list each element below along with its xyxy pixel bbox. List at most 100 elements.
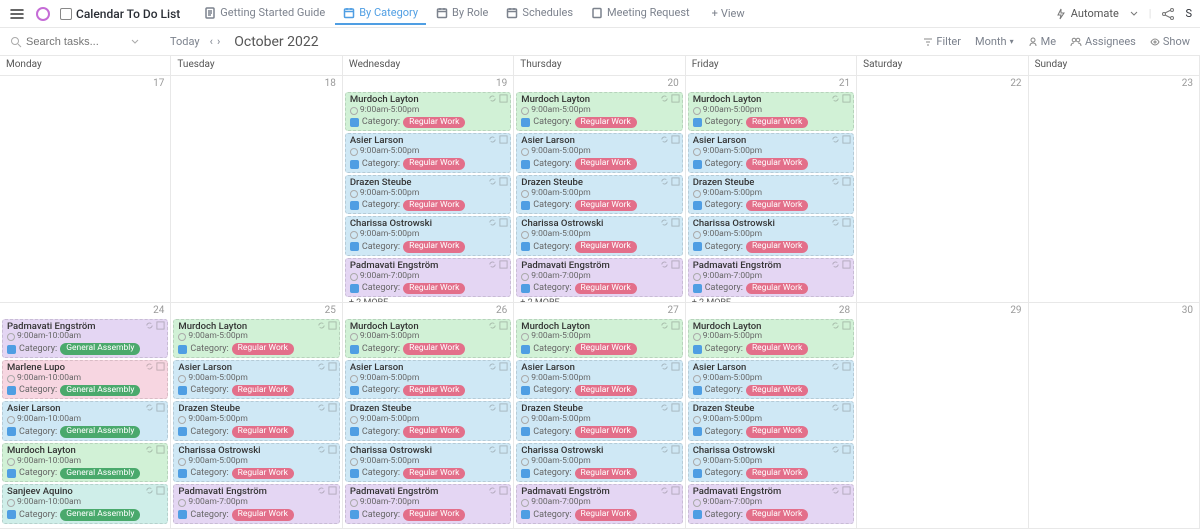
- calendar-event[interactable]: Murdoch Layton9:00am-10:00amCategory:Gen…: [2, 443, 168, 482]
- expand-icon[interactable]: [499, 135, 508, 144]
- expand-icon[interactable]: [842, 486, 851, 495]
- calendar-event[interactable]: Asier Larson9:00am-5:00pmCategory:Regula…: [516, 133, 682, 172]
- calendar-event[interactable]: Asier Larson9:00am-10:00amCategory:Gener…: [2, 401, 168, 440]
- expand-icon[interactable]: [499, 486, 508, 495]
- prev-button[interactable]: ‹: [210, 35, 213, 48]
- category-pill[interactable]: Regular Work: [746, 426, 808, 438]
- calendar-event[interactable]: Charissa Ostrowski9:00am-5:00pmCategory:…: [516, 443, 682, 482]
- day-cell[interactable]: 29: [857, 303, 1028, 529]
- category-pill[interactable]: Regular Work: [575, 200, 637, 212]
- assignees-button[interactable]: Assignees: [1070, 35, 1136, 48]
- tab-schedules[interactable]: Schedules: [498, 2, 581, 25]
- add-view-button[interactable]: + View: [704, 3, 753, 24]
- expand-icon[interactable]: [499, 177, 508, 186]
- calendar-event[interactable]: Murdoch Layton9:00am-5:00pmCategory:Regu…: [345, 92, 511, 131]
- day-cell[interactable]: 21Murdoch Layton9:00am-5:00pmCategory:Re…: [686, 76, 857, 303]
- day-cell[interactable]: 22: [857, 76, 1028, 303]
- expand-icon[interactable]: [842, 135, 851, 144]
- calendar-event[interactable]: Murdoch Layton9:00am-5:00pmCategory:Regu…: [516, 319, 682, 358]
- tab-meeting-request[interactable]: Meeting Request: [583, 2, 698, 25]
- calendar-event[interactable]: Padmavati Engström9:00am-7:00pmCategory:…: [345, 484, 511, 523]
- tab-by-role[interactable]: By Role: [428, 2, 496, 25]
- category-pill[interactable]: General Assembly: [60, 509, 140, 521]
- category-pill[interactable]: Regular Work: [746, 117, 808, 129]
- calendar-event[interactable]: Drazen Steube9:00am-5:00pmCategory:Regul…: [173, 401, 339, 440]
- category-pill[interactable]: General Assembly: [60, 343, 140, 355]
- calendar-event[interactable]: Charissa Ostrowski9:00am-5:00pmCategory:…: [688, 443, 854, 482]
- category-pill[interactable]: Regular Work: [232, 468, 294, 480]
- calendar-event[interactable]: Charissa Ostrowski9:00am-5:00pmCategory:…: [173, 443, 339, 482]
- expand-icon[interactable]: [671, 135, 680, 144]
- expand-icon[interactable]: [156, 403, 165, 412]
- calendar-event[interactable]: Murdoch Layton9:00am-5:00pmCategory:Regu…: [516, 92, 682, 131]
- next-button[interactable]: ›: [217, 35, 220, 48]
- expand-icon[interactable]: [842, 321, 851, 330]
- expand-icon[interactable]: [156, 321, 165, 330]
- day-cell[interactable]: 30: [1029, 303, 1200, 529]
- me-filter-button[interactable]: Me: [1028, 35, 1056, 48]
- calendar-event[interactable]: Charissa Ostrowski9:00am-5:00pmCategory:…: [345, 216, 511, 255]
- calendar-event[interactable]: Padmavati Engström9:00am-7:00pmCategory:…: [688, 484, 854, 523]
- calendar-event[interactable]: Murdoch Layton9:00am-5:00pmCategory:Regu…: [688, 92, 854, 131]
- expand-icon[interactable]: [499, 260, 508, 269]
- day-cell[interactable]: 23: [1029, 76, 1200, 303]
- category-pill[interactable]: Regular Work: [575, 283, 637, 295]
- category-pill[interactable]: Regular Work: [575, 117, 637, 129]
- expand-icon[interactable]: [842, 362, 851, 371]
- category-pill[interactable]: Regular Work: [232, 426, 294, 438]
- calendar-event[interactable]: Murdoch Layton9:00am-5:00pmCategory:Regu…: [173, 319, 339, 358]
- expand-icon[interactable]: [671, 94, 680, 103]
- tab-by-category[interactable]: By Category: [335, 2, 426, 25]
- day-cell[interactable]: 20Murdoch Layton9:00am-5:00pmCategory:Re…: [514, 76, 685, 303]
- day-cell[interactable]: 27Murdoch Layton9:00am-5:00pmCategory:Re…: [514, 303, 685, 529]
- category-pill[interactable]: Regular Work: [575, 468, 637, 480]
- expand-icon[interactable]: [499, 362, 508, 371]
- calendar-event[interactable]: Charissa Ostrowski9:00am-5:00pmCategory:…: [688, 216, 854, 255]
- day-cell[interactable]: 26Murdoch Layton9:00am-5:00pmCategory:Re…: [343, 303, 514, 529]
- share-label[interactable]: S: [1185, 7, 1192, 20]
- expand-icon[interactable]: [328, 486, 337, 495]
- expand-icon[interactable]: [328, 362, 337, 371]
- category-pill[interactable]: General Assembly: [60, 468, 140, 480]
- expand-icon[interactable]: [499, 445, 508, 454]
- show-button[interactable]: Show: [1150, 35, 1190, 48]
- expand-icon[interactable]: [671, 445, 680, 454]
- category-pill[interactable]: Regular Work: [232, 385, 294, 397]
- category-pill[interactable]: Regular Work: [746, 283, 808, 295]
- calendar-event[interactable]: Drazen Steube9:00am-5:00pmCategory:Regul…: [688, 175, 854, 214]
- expand-icon[interactable]: [671, 177, 680, 186]
- day-cell[interactable]: 17: [0, 76, 171, 303]
- category-pill[interactable]: Regular Work: [575, 158, 637, 170]
- expand-icon[interactable]: [156, 362, 165, 371]
- chevron-down-icon[interactable]: [1129, 9, 1139, 19]
- calendar-event[interactable]: Sanjeev Aquino9:00am-10:00amCategory:Gen…: [2, 484, 168, 523]
- calendar-event[interactable]: Asier Larson9:00am-5:00pmCategory:Regula…: [688, 133, 854, 172]
- automate-button[interactable]: Automate: [1055, 7, 1119, 20]
- category-pill[interactable]: Regular Work: [403, 117, 465, 129]
- category-pill[interactable]: Regular Work: [403, 468, 465, 480]
- category-pill[interactable]: Regular Work: [746, 509, 808, 521]
- calendar-event[interactable]: Drazen Steube9:00am-5:00pmCategory:Regul…: [688, 401, 854, 440]
- calendar-event[interactable]: Charissa Ostrowski9:00am-5:00pmCategory:…: [345, 443, 511, 482]
- chevron-down-icon[interactable]: [130, 37, 140, 47]
- category-pill[interactable]: Regular Work: [575, 343, 637, 355]
- expand-icon[interactable]: [671, 403, 680, 412]
- day-cell[interactable]: 28Murdoch Layton9:00am-5:00pmCategory:Re…: [686, 303, 857, 529]
- expand-icon[interactable]: [842, 94, 851, 103]
- calendar-event[interactable]: Murdoch Layton9:00am-5:00pmCategory:Regu…: [345, 319, 511, 358]
- expand-icon[interactable]: [671, 486, 680, 495]
- today-button[interactable]: Today: [170, 35, 200, 48]
- category-pill[interactable]: Regular Work: [746, 468, 808, 480]
- category-pill[interactable]: Regular Work: [403, 241, 465, 253]
- category-pill[interactable]: Regular Work: [403, 283, 465, 295]
- category-pill[interactable]: Regular Work: [403, 426, 465, 438]
- menu-hamburger-button[interactable]: [8, 5, 26, 23]
- expand-icon[interactable]: [671, 218, 680, 227]
- calendar-event[interactable]: Asier Larson9:00am-5:00pmCategory:Regula…: [345, 133, 511, 172]
- list-title[interactable]: Calendar To Do List: [60, 7, 180, 21]
- calendar-event[interactable]: Charissa Ostrowski9:00am-5:00pmCategory:…: [516, 216, 682, 255]
- calendar-event[interactable]: Padmavati Engström9:00am-7:00pmCategory:…: [516, 484, 682, 523]
- category-pill[interactable]: Regular Work: [575, 509, 637, 521]
- share-icon[interactable]: [1161, 7, 1175, 21]
- expand-icon[interactable]: [499, 94, 508, 103]
